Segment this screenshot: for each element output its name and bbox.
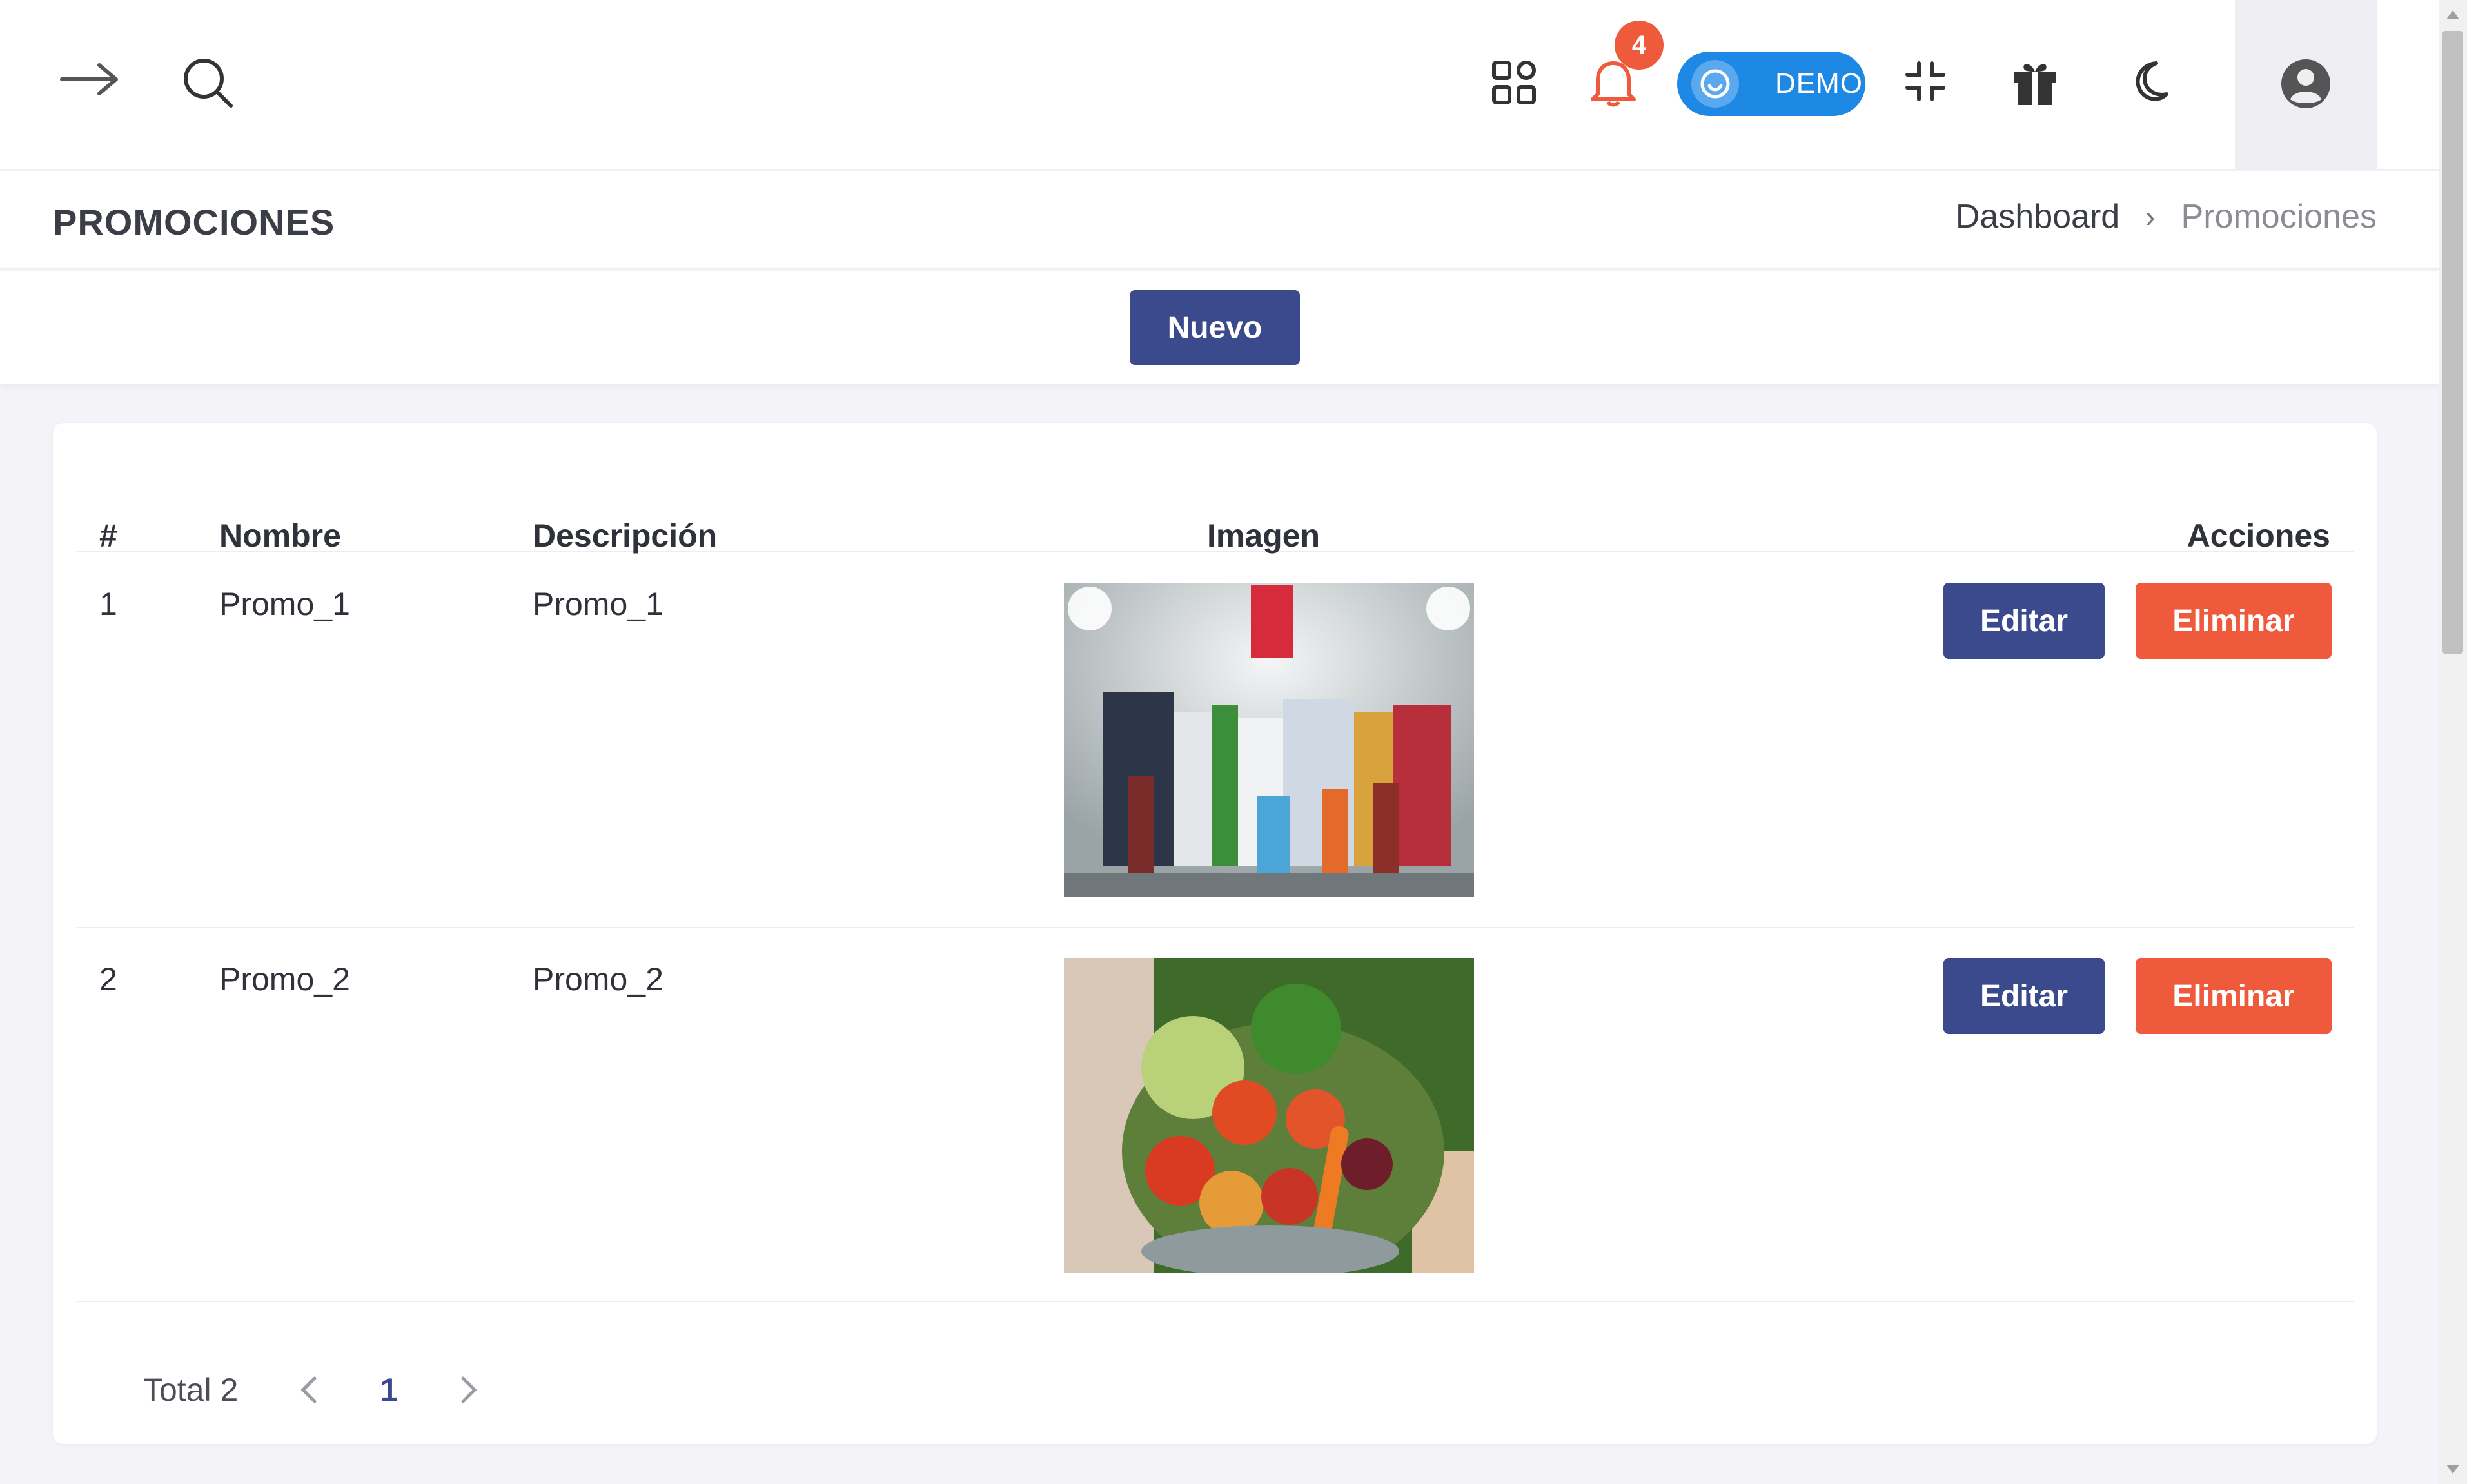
delete-button[interactable]: Eliminar [2136, 583, 2332, 659]
promo-image-products [1064, 583, 1474, 897]
col-header-acciones: Acciones [2187, 518, 2330, 554]
compress-icon[interactable] [1903, 59, 1947, 103]
col-header-nombre: Nombre [219, 518, 341, 554]
apps-grid-icon[interactable] [1489, 58, 1538, 107]
row-id: 2 [99, 961, 117, 997]
edit-button[interactable]: Editar [1943, 958, 2105, 1034]
promo-image-vegetables [1064, 958, 1474, 1273]
moon-icon[interactable] [2121, 57, 2172, 107]
scroll-thumb[interactable] [2442, 31, 2463, 654]
app: 4 DEMO PROMOCIONES Dashboard › Promocion… [0, 0, 2439, 1484]
row-nombre: Promo_1 [219, 586, 350, 622]
top-navbar: 4 DEMO [0, 0, 2439, 170]
page-title: PROMOCIONES [53, 202, 335, 242]
scroll-down-icon[interactable] [2446, 1465, 2459, 1474]
smile-icon [1691, 60, 1739, 108]
toolbar: Nuevo [0, 271, 2439, 384]
gift-icon[interactable] [2010, 57, 2059, 107]
col-header-imagen: Imagen [1207, 518, 1321, 554]
page-scrollbar[interactable] [2439, 0, 2467, 1484]
demo-toggle[interactable]: DEMO [1677, 52, 1865, 116]
row-descripcion: Promo_2 [533, 961, 663, 997]
edit-button[interactable]: Editar [1943, 583, 2105, 659]
table-header: # Nombre Descripción Imagen Acciones [76, 462, 2354, 554]
breadcrumb-current: Promociones [2181, 198, 2377, 235]
table-row: 1 Promo_1 Promo_1 Editar Eliminar [76, 553, 2354, 928]
delete-button[interactable]: Eliminar [2136, 958, 2332, 1034]
row-id: 1 [99, 586, 117, 622]
row-descripcion: Promo_1 [533, 586, 663, 622]
pagination-total: Total 2 [143, 1372, 239, 1408]
notification-badge: 4 [1615, 21, 1664, 70]
page-header: PROMOCIONES Dashboard › Promociones [0, 171, 2439, 269]
arrow-right-icon[interactable] [58, 55, 123, 103]
user-circle-icon [2280, 58, 2332, 113]
promotions-table-card: # Nombre Descripción Imagen Acciones 1 P… [53, 423, 2377, 1444]
breadcrumb: Dashboard › Promociones [1956, 197, 2377, 236]
row-nombre: Promo_2 [219, 961, 350, 997]
col-header-descripcion: Descripción [533, 518, 718, 554]
breadcrumb-separator: › [2145, 200, 2156, 233]
table-row: 2 Promo_2 Promo_2 Editar Eliminar [76, 928, 2354, 1302]
pagination: Total 2 1 [143, 1364, 488, 1416]
breadcrumb-dashboard-link[interactable]: Dashboard [1956, 197, 2119, 236]
col-header-number: # [99, 518, 117, 554]
new-button[interactable]: Nuevo [1130, 290, 1300, 365]
scroll-up-icon[interactable] [2446, 10, 2459, 19]
user-menu[interactable] [2235, 0, 2377, 170]
search-icon[interactable] [181, 55, 236, 111]
pagination-prev-icon[interactable] [290, 1371, 328, 1409]
pagination-next-icon[interactable] [449, 1371, 488, 1409]
pagination-page-1[interactable]: 1 [380, 1371, 398, 1409]
demo-label: DEMO [1775, 68, 1863, 99]
